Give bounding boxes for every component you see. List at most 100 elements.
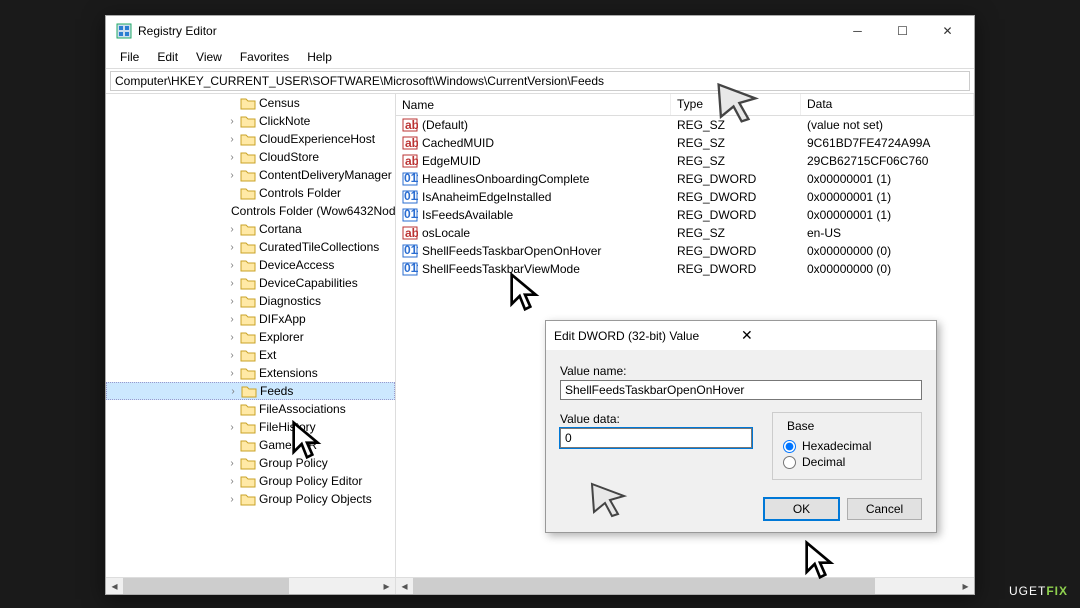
list-row[interactable]: 011IsFeedsAvailableREG_DWORD0x00000001 (… xyxy=(396,206,974,224)
expand-icon[interactable]: › xyxy=(226,224,238,235)
tree-item[interactable]: GameDVR xyxy=(106,436,395,454)
radio-decimal[interactable] xyxy=(783,456,796,469)
minimize-button[interactable]: ─ xyxy=(835,16,880,46)
close-button[interactable]: ✕ xyxy=(925,16,970,46)
tree-item[interactable]: › CloudStore xyxy=(106,148,395,166)
list-hscroll[interactable]: ◂ ▸ xyxy=(396,577,974,594)
tree-item[interactable]: Controls Folder (Wow6432Node) xyxy=(106,202,395,220)
expand-icon[interactable]: › xyxy=(226,278,238,289)
expand-icon[interactable]: › xyxy=(226,242,238,253)
svg-text:011: 011 xyxy=(404,171,418,185)
tree-item[interactable]: ›Extensions xyxy=(106,364,395,382)
expand-icon[interactable]: › xyxy=(226,260,238,271)
col-data[interactable]: Data xyxy=(801,94,974,115)
tree-item[interactable]: › ContentDeliveryManager xyxy=(106,166,395,184)
list-row[interactable]: 011IsAnaheimEdgeInstalledREG_DWORD0x0000… xyxy=(396,188,974,206)
value-name: (Default) xyxy=(422,118,468,132)
menu-file[interactable]: File xyxy=(112,48,147,66)
tree-item[interactable]: ›DeviceAccess xyxy=(106,256,395,274)
tree-item[interactable]: ›ClickNote xyxy=(106,112,395,130)
tree-item-label: Group Policy Objects xyxy=(259,492,372,506)
expand-icon[interactable]: › xyxy=(227,386,239,397)
tree-item[interactable]: ›CloudExperienceHost xyxy=(106,130,395,148)
expand-icon[interactable]: › xyxy=(226,494,238,505)
tree-item-label: ContentDeliveryManager xyxy=(259,168,392,182)
expand-icon[interactable]: › xyxy=(226,152,238,163)
value-type: REG_DWORD xyxy=(671,172,801,186)
tree-item[interactable]: FileAssociations xyxy=(106,400,395,418)
tree-item-label: CloudStore xyxy=(259,150,319,164)
col-type[interactable]: Type xyxy=(671,94,801,115)
tree-item[interactable]: › DIFxApp xyxy=(106,310,395,328)
expand-icon[interactable]: › xyxy=(226,422,238,433)
expand-icon[interactable]: › xyxy=(226,170,238,181)
expand-icon[interactable]: › xyxy=(226,350,238,361)
list-header: Name Type Data xyxy=(396,94,974,116)
list-row[interactable]: abCachedMUIDREG_SZ9C61BD7FE4724A99A xyxy=(396,134,974,152)
scroll-left-icon[interactable]: ◂ xyxy=(396,578,413,595)
value-name: ShellFeedsTaskbarOpenOnHover xyxy=(422,244,601,258)
scroll-right-icon[interactable]: ▸ xyxy=(957,578,974,595)
window-title: Registry Editor xyxy=(138,24,835,38)
base-fieldset: Base Hexadecimal Decimal xyxy=(772,412,922,480)
dialog-title: Edit DWORD (32-bit) Value xyxy=(554,329,741,343)
tree-item[interactable]: Census xyxy=(106,94,395,112)
dialog-close-button[interactable]: ✕ xyxy=(741,327,928,344)
tree-item-label: CuratedTileCollections xyxy=(259,240,379,254)
tree-item[interactable]: ›DeviceCapabilities xyxy=(106,274,395,292)
menu-favorites[interactable]: Favorites xyxy=(232,48,297,66)
list-row[interactable]: abEdgeMUIDREG_SZ29CB62715CF06C760 xyxy=(396,152,974,170)
expand-icon[interactable]: › xyxy=(226,476,238,487)
value-name-input[interactable] xyxy=(560,380,922,400)
svg-text:ab: ab xyxy=(405,136,418,150)
tree-item[interactable]: ›Explorer xyxy=(106,328,395,346)
value-data: 0x00000001 (1) xyxy=(801,208,974,222)
value-type: REG_DWORD xyxy=(671,190,801,204)
tree-hscroll[interactable]: ◂ ▸ xyxy=(106,577,395,594)
tree-item[interactable]: › CuratedTileCollections xyxy=(106,238,395,256)
tree-item[interactable]: ›Feeds xyxy=(106,382,395,400)
expand-icon[interactable]: › xyxy=(226,332,238,343)
list-row[interactable]: abosLocaleREG_SZen-US xyxy=(396,224,974,242)
list-row[interactable]: 011ShellFeedsTaskbarViewModeREG_DWORD0x0… xyxy=(396,260,974,278)
menu-edit[interactable]: Edit xyxy=(149,48,186,66)
radio-hexadecimal[interactable] xyxy=(783,440,796,453)
list-row[interactable]: 011ShellFeedsTaskbarOpenOnHoverREG_DWORD… xyxy=(396,242,974,260)
tree-item[interactable]: ›Ext xyxy=(106,346,395,364)
tree-item[interactable]: ›Group Policy xyxy=(106,454,395,472)
menu-view[interactable]: View xyxy=(188,48,230,66)
svg-text:ab: ab xyxy=(405,154,418,168)
value-type: REG_SZ xyxy=(671,226,801,240)
tree-item[interactable]: ›FileHistory xyxy=(106,418,395,436)
value-type: REG_DWORD xyxy=(671,262,801,276)
tree-item-label: FileAssociations xyxy=(259,402,346,416)
list-row[interactable]: 011HeadlinesOnboardingCompleteREG_DWORD0… xyxy=(396,170,974,188)
svg-text:ab: ab xyxy=(405,226,418,240)
cancel-button[interactable]: Cancel xyxy=(847,498,922,520)
scroll-left-icon[interactable]: ◂ xyxy=(106,578,123,595)
expand-icon[interactable]: › xyxy=(226,314,238,325)
list-row[interactable]: ab(Default)REG_SZ(value not set) xyxy=(396,116,974,134)
value-name: IsAnaheimEdgeInstalled xyxy=(422,190,551,204)
tree-item-label: Cortana xyxy=(259,222,302,236)
expand-icon[interactable]: › xyxy=(226,296,238,307)
expand-icon[interactable]: › xyxy=(226,458,238,469)
tree-item[interactable]: ›Diagnostics xyxy=(106,292,395,310)
expand-icon[interactable]: › xyxy=(226,116,238,127)
expand-icon[interactable]: › xyxy=(226,368,238,379)
maximize-button[interactable]: ☐ xyxy=(880,16,925,46)
col-name[interactable]: Name xyxy=(396,94,671,115)
address-bar[interactable]: Computer\HKEY_CURRENT_USER\SOFTWARE\Micr… xyxy=(110,71,970,91)
tree-item[interactable]: ›Group Policy Editor xyxy=(106,472,395,490)
value-name: CachedMUID xyxy=(422,136,494,150)
tree-item-label: DIFxApp xyxy=(259,312,306,326)
tree-item[interactable]: Controls Folder xyxy=(106,184,395,202)
expand-icon[interactable]: › xyxy=(226,134,238,145)
tree-item[interactable]: › Cortana xyxy=(106,220,395,238)
tree-item[interactable]: › Group Policy Objects xyxy=(106,490,395,508)
value-data-input[interactable] xyxy=(560,428,752,448)
scroll-right-icon[interactable]: ▸ xyxy=(378,578,395,595)
menu-help[interactable]: Help xyxy=(299,48,340,66)
tree-item-label: Census xyxy=(259,96,300,110)
ok-button[interactable]: OK xyxy=(764,498,839,520)
